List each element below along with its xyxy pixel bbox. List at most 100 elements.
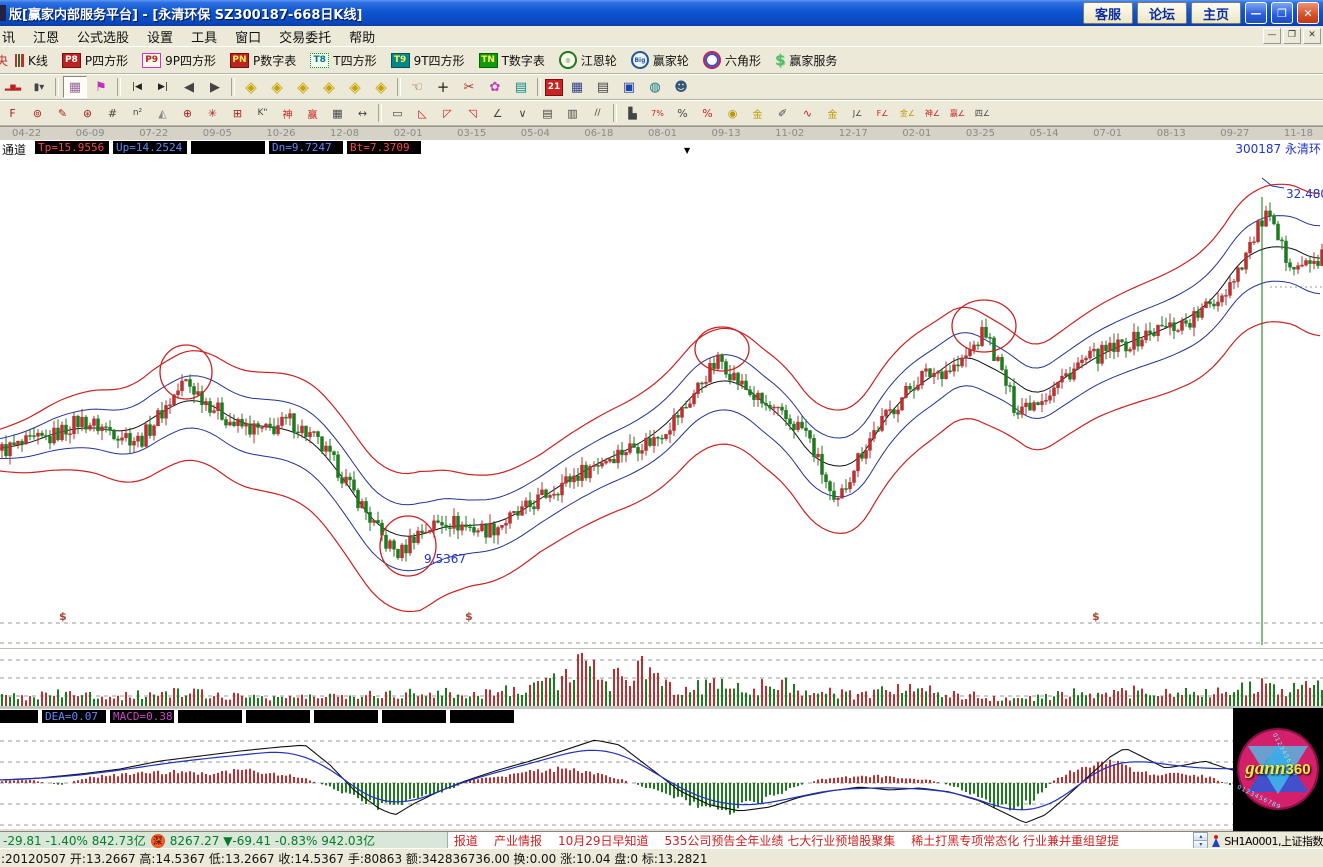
diamond-cross-button[interactable]: ◈ xyxy=(369,76,393,98)
star-grid-button[interactable]: ✳ xyxy=(201,102,224,124)
notepad-button[interactable]: ▤ xyxy=(591,76,615,98)
brush-button[interactable]: ✐ xyxy=(771,102,794,124)
k-mark-button[interactable]: K" xyxy=(251,102,274,124)
shen-tool-button[interactable]: 神 xyxy=(276,102,299,124)
menu-help[interactable]: 帮助 xyxy=(340,27,384,45)
menu-formula-stock-pick[interactable]: 公式选股 xyxy=(68,27,138,45)
user-session-button[interactable]: ☻ xyxy=(669,76,693,98)
rays-button[interactable]: ◺ xyxy=(411,102,434,124)
small-grid-button[interactable]: ▤ xyxy=(536,102,559,124)
parallel-lines-button[interactable]: // xyxy=(586,102,609,124)
news-item-industry-intel[interactable]: 产业情报 xyxy=(494,832,542,849)
t-number-table-button[interactable]: TNT数字表 xyxy=(472,49,552,71)
seven-pct-button[interactable]: 7% xyxy=(646,102,669,124)
pct-line-button[interactable]: % xyxy=(696,102,719,124)
t-square-button[interactable]: T8T四方形 xyxy=(303,49,383,71)
scroll-up-icon[interactable]: ▴ xyxy=(1194,833,1207,841)
gold-button[interactable]: 金 xyxy=(821,102,844,124)
si-angle-button[interactable]: 四∠ xyxy=(971,102,994,124)
pen-tool-button[interactable]: ✎ xyxy=(51,102,74,124)
restore-button[interactable]: ❐ xyxy=(1271,2,1293,24)
f-angle-button[interactable]: F∠ xyxy=(871,102,894,124)
news-item-rare-earth[interactable]: 稀土打黑专项常态化 行业兼并重组望提 xyxy=(911,832,1119,849)
p9-square-button[interactable]: P99P四方形 xyxy=(135,49,223,71)
hand-tool-button[interactable]: ☜ xyxy=(405,76,429,98)
menu-trade-entrust[interactable]: 交易委托 xyxy=(270,27,340,45)
chart-frame-button[interactable]: ▦ xyxy=(63,76,87,98)
v-line-button[interactable]: ∨ xyxy=(511,102,534,124)
spiral-tool-button[interactable]: ⊚ xyxy=(26,102,49,124)
news-item-morning-brief[interactable]: 10月29日早知道 xyxy=(558,832,649,849)
menu-window[interactable]: 窗口 xyxy=(226,27,270,45)
web-export-button[interactable]: ◍ xyxy=(643,76,667,98)
gold-line-button[interactable]: 金 xyxy=(746,102,769,124)
menu-zixun[interactable]: 讯 xyxy=(0,27,24,45)
kline-type-dropdown[interactable]: ▮▾ xyxy=(27,76,51,98)
save-button[interactable]: ▣ xyxy=(617,76,641,98)
cycle-tool-button[interactable]: ▤ xyxy=(509,76,533,98)
highlight-circle-annotation[interactable] xyxy=(160,345,212,399)
winner-wheel-button[interactable]: Big赢家轮 xyxy=(624,49,696,71)
child-restore-button[interactable]: ❐ xyxy=(1283,28,1301,44)
diamond-star-button[interactable]: ◈ xyxy=(343,76,367,98)
menu-settings[interactable]: 设置 xyxy=(138,27,182,45)
child-close-button[interactable]: ✕ xyxy=(1303,28,1321,44)
diamond-expand-button[interactable]: ◈ xyxy=(291,76,315,98)
gold-circle-button[interactable]: ◉ xyxy=(721,102,744,124)
angle-line-button[interactable]: ∠ xyxy=(486,102,509,124)
t9-square-button[interactable]: T99T四方形 xyxy=(384,49,472,71)
forum-button[interactable]: 论坛 xyxy=(1137,2,1187,24)
ying-tool-button[interactable]: 赢 xyxy=(301,102,324,124)
crosshair-tool-button[interactable]: + xyxy=(431,76,455,98)
next-bar-button[interactable]: ▶ xyxy=(203,76,227,98)
ying-angle-button[interactable]: 赢∠ xyxy=(946,102,969,124)
p-number-table-button[interactable]: PNP数字表 xyxy=(223,49,303,71)
sphere-grid-button[interactable]: ⊛ xyxy=(76,102,99,124)
stats-bars-button[interactable]: ▙ xyxy=(621,102,644,124)
n-square-button[interactable]: n² xyxy=(126,102,149,124)
price-chart-canvas[interactable]: 32.48009.5367$$$ xyxy=(0,155,1323,648)
news-item-earnings[interactable]: 535公司预告全年业绩 七大行业预增股聚集 xyxy=(665,832,896,849)
mirror-angle-button[interactable]: ◭ xyxy=(151,102,174,124)
first-bar-button[interactable]: |◀ xyxy=(125,76,149,98)
calendar-button[interactable]: 21 xyxy=(545,79,563,96)
volume-chart-canvas[interactable] xyxy=(0,648,1323,708)
shen-angle-button[interactable]: 神∠ xyxy=(921,102,944,124)
gann-wheel-button[interactable]: ◎江恩轮 xyxy=(552,49,624,71)
menu-jiangen[interactable]: 江恩 xyxy=(24,27,68,45)
prev-bar-button[interactable]: ◀ xyxy=(177,76,201,98)
diamond-right-arrow-button[interactable]: ◈ xyxy=(265,76,289,98)
p-square-button[interactable]: P8P四方形 xyxy=(55,49,135,71)
fan-box-button[interactable]: ◸ xyxy=(436,102,459,124)
box-star-button[interactable]: ⊞ xyxy=(226,102,249,124)
kline-button[interactable]: K线 xyxy=(8,49,55,71)
macd-chart-canvas[interactable] xyxy=(0,723,1323,831)
box-grid-button[interactable]: ▥ xyxy=(561,102,584,124)
minimize-button[interactable]: — xyxy=(1245,2,1267,24)
box-select-button[interactable]: ▭ xyxy=(386,102,409,124)
child-minimize-button[interactable]: — xyxy=(1263,28,1281,44)
last-bar-button[interactable]: ▶| xyxy=(151,76,175,98)
current-index-selector[interactable]: SH1A0001,上证指数 xyxy=(1208,832,1323,849)
wave-button[interactable]: ∿ xyxy=(796,102,819,124)
calculator-button[interactable]: ▦ xyxy=(565,76,589,98)
flower-tool-button[interactable]: ✿ xyxy=(483,76,507,98)
candle-series-icon-button[interactable]: ▂▆▃ xyxy=(1,76,25,98)
measure-tool-button[interactable]: ✂ xyxy=(457,76,481,98)
diamond-left-arrow-button[interactable]: ◈ xyxy=(239,76,263,98)
close-button[interactable]: ✕ xyxy=(1297,2,1319,24)
box-fan-button[interactable]: ◹ xyxy=(461,102,484,124)
number-grid-button[interactable]: ▦ xyxy=(326,102,349,124)
circle-cross-button[interactable]: ⊕ xyxy=(176,102,199,124)
width-measure-button[interactable]: ↔ xyxy=(351,102,374,124)
j-angle-button[interactable]: J∠ xyxy=(846,102,869,124)
gold-angle-button[interactable]: 金∠ xyxy=(896,102,919,124)
highlight-circle-annotation[interactable] xyxy=(952,300,1016,352)
news-item-baodao[interactable]: 报道 xyxy=(454,832,478,849)
menu-tools[interactable]: 工具 xyxy=(182,27,226,45)
ruler-ticks-button[interactable]: # xyxy=(101,102,124,124)
news-scroll-spinner[interactable]: ▴ ▾ xyxy=(1193,832,1208,849)
diamond-compress-button[interactable]: ◈ xyxy=(317,76,341,98)
winner-service-button[interactable]: $赢家服务 xyxy=(768,49,844,71)
customer-service-button[interactable]: 客服 xyxy=(1083,2,1133,24)
